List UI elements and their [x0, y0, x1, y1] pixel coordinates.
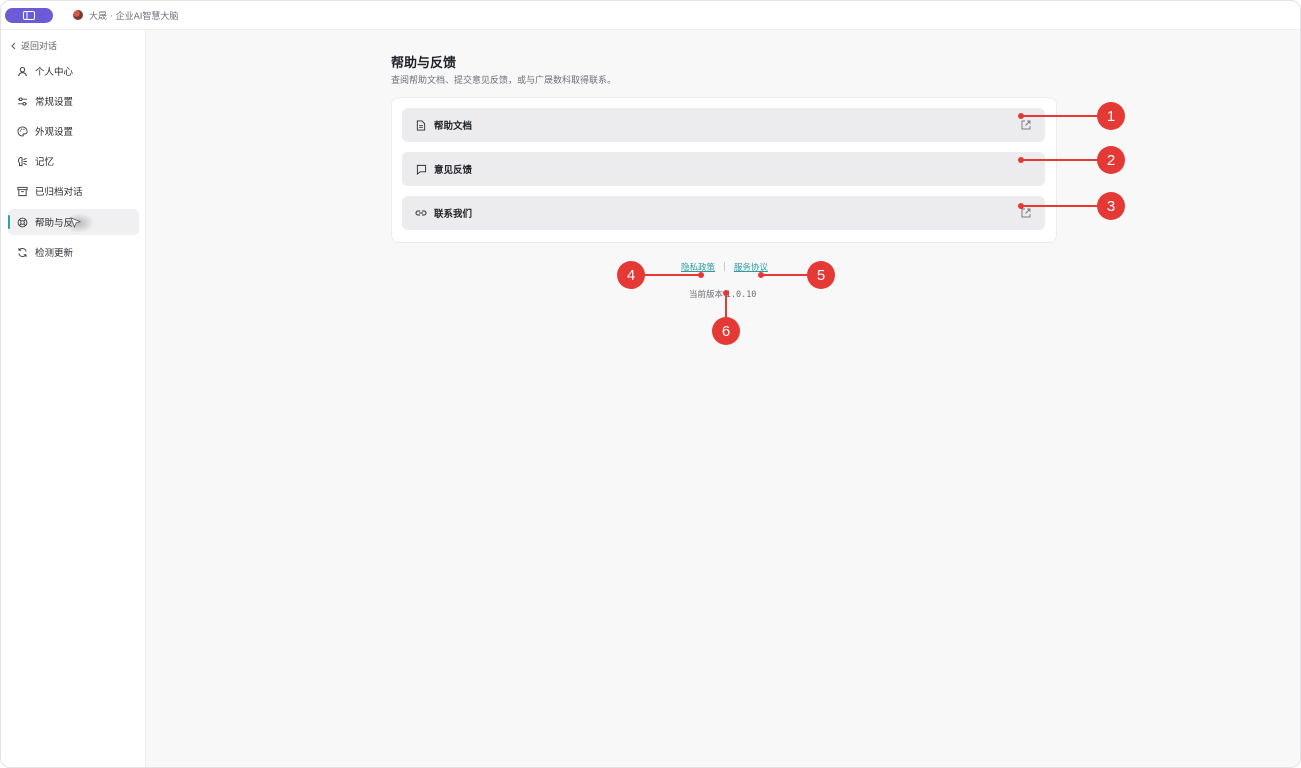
- annotation-badge: 3: [1097, 192, 1125, 220]
- help-options-card: 帮助文档 意见反馈 联系我们: [391, 97, 1057, 243]
- contact-us-row[interactable]: 联系我们: [402, 196, 1045, 230]
- archive-icon: [16, 185, 28, 197]
- palette-icon: [16, 125, 28, 137]
- page-subtitle: 查阅帮助文档、提交意见反馈，或与广晟数科取得联系。: [391, 76, 617, 86]
- sidebar-item-appearance[interactable]: 外观设置: [8, 118, 139, 144]
- back-label: 返回对话: [21, 42, 58, 52]
- sidebar-toggle-button[interactable]: [5, 7, 53, 23]
- chevron-left-icon: [11, 42, 16, 49]
- sidebar-item-check-update[interactable]: 检测更新: [8, 239, 139, 265]
- annotation-badge: 6: [712, 317, 740, 345]
- app-window: 大晟 · 企业AI智慧大脑 返回对话 个人中心 常规设置 外观设置 记忆 已归档…: [0, 0, 1301, 768]
- terms-of-service-link[interactable]: 服务协议: [734, 261, 768, 273]
- help-docs-row[interactable]: 帮助文档: [402, 108, 1045, 142]
- lifebuoy-icon: [16, 216, 28, 228]
- annotation-line: [643, 274, 701, 276]
- sidebar-item-archived[interactable]: 已归档对话: [8, 178, 139, 204]
- row-label: 意见反馈: [434, 165, 473, 176]
- annotation-line: [761, 274, 809, 276]
- sidebar-item-label: 外观设置: [35, 127, 74, 138]
- annotation-badge: 5: [807, 261, 835, 289]
- external-link-icon: [1021, 120, 1031, 130]
- legal-links: 隐私政策 | 服务协议: [681, 261, 768, 273]
- sidebar-item-help[interactable]: 帮助与反: [8, 209, 139, 235]
- sidebar-item-label: 个人中心: [35, 67, 74, 78]
- refresh-icon: [16, 246, 28, 258]
- app-identity: 大晟 · 企业AI智慧大脑: [73, 9, 178, 22]
- annotation-dot: [698, 272, 704, 278]
- settings-sidebar: 返回对话 个人中心 常规设置 外观设置 记忆 已归档对话 帮助与反 检测更新: [1, 30, 146, 767]
- row-label: 帮助文档: [434, 121, 473, 132]
- sidebar-item-label: 已归档对话: [35, 187, 83, 198]
- version-label: 当前版本: [689, 290, 724, 300]
- document-icon: [415, 119, 427, 131]
- annotation-badge: 1: [1097, 102, 1125, 130]
- annotation-badge: 4: [617, 261, 645, 289]
- app-logo-icon: [73, 10, 83, 20]
- brain-icon: [16, 155, 28, 167]
- link-icon: [415, 207, 427, 219]
- back-to-chat-button[interactable]: 返回对话: [10, 39, 57, 52]
- feedback-row[interactable]: 意见反馈: [402, 152, 1045, 186]
- app-name: 大晟 · 企业AI智慧大脑: [89, 11, 179, 22]
- message-icon: [415, 163, 427, 175]
- annotation-line: [725, 293, 727, 319]
- annotation-line: [1021, 159, 1099, 161]
- privacy-policy-link[interactable]: 隐私政策: [681, 261, 715, 273]
- main-content: 帮助与反馈 查阅帮助文档、提交意见反馈，或与广晟数科取得联系。 帮助文档 意见反…: [146, 30, 1300, 767]
- link-separator: |: [723, 262, 726, 272]
- sidebar-item-label: 记忆: [35, 157, 55, 168]
- annotation-badge: 2: [1097, 146, 1125, 174]
- title-bar: 大晟 · 企业AI智慧大脑: [1, 1, 1300, 30]
- version-number: 1.0.10: [725, 290, 757, 300]
- sidebar-item-label: 常规设置: [35, 97, 74, 108]
- sidebar-toggle-icon: [23, 10, 35, 20]
- user-icon: [16, 65, 28, 77]
- sliders-icon: [16, 95, 28, 107]
- sidebar-item-general[interactable]: 常规设置: [8, 88, 139, 114]
- sidebar-item-profile[interactable]: 个人中心: [8, 58, 139, 84]
- sidebar-item-label: 检测更新: [35, 248, 74, 259]
- page-title: 帮助与反馈: [391, 56, 457, 71]
- sidebar-item-memory[interactable]: 记忆: [8, 148, 139, 174]
- annotation-line: [1021, 205, 1099, 207]
- row-label: 联系我们: [434, 209, 473, 220]
- cursor-icon: [70, 217, 82, 229]
- annotation-line: [1021, 115, 1099, 117]
